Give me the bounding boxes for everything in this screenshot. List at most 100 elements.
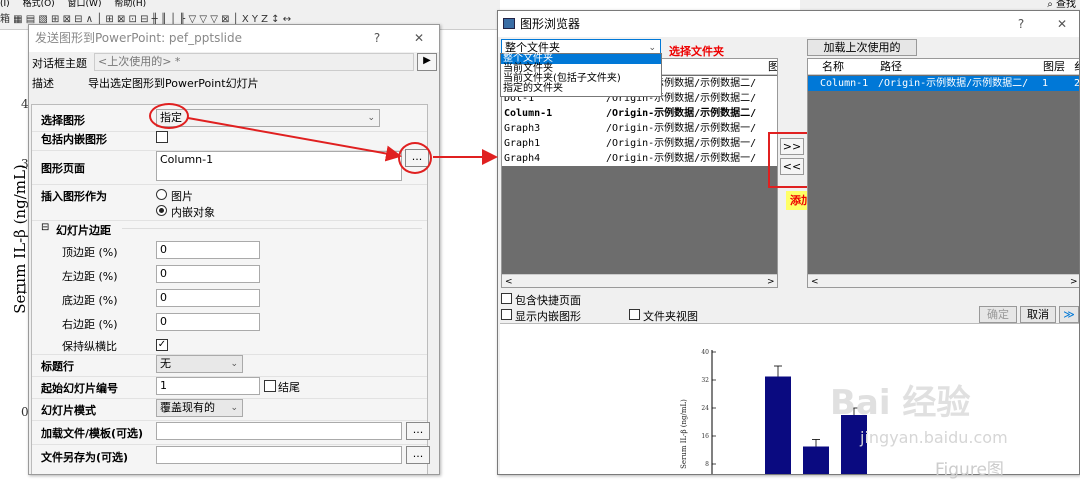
browse-button-highlight xyxy=(398,142,432,174)
list-row[interactable]: Graph3/Origin-示例数据/示例数据一/ xyxy=(502,121,777,136)
graph-name: Graph4 xyxy=(504,153,541,164)
list-row[interactable]: Graph4/Origin-示例数据/示例数据一/ xyxy=(502,151,777,166)
folder-view-checkbox[interactable] xyxy=(629,309,640,320)
column-header: 图 xyxy=(768,60,778,73)
keep-aspect-label: 保持纵横比 xyxy=(62,340,117,353)
graph-path: /Origin-示例数据/示例数据二/ xyxy=(606,108,757,119)
top-margin-input[interactable]: 0 xyxy=(156,241,260,259)
title-row-value: 无 xyxy=(160,357,171,370)
right-margin-label: 右边距 (%) xyxy=(62,318,118,331)
scroll-left-icon[interactable]: < xyxy=(505,275,513,287)
column-header-path: 路径 xyxy=(880,60,902,73)
select-graph-dropdown[interactable]: 指定 ⌄ xyxy=(156,109,380,127)
left-margin-input[interactable]: 0 xyxy=(156,265,260,283)
column-header-layer: 图层 xyxy=(1043,60,1065,73)
watermark-url: jingyan.baidu.com xyxy=(860,428,1008,447)
dialog-theme-field[interactable]: <上次使用的> * xyxy=(94,53,414,71)
menu-item[interactable]: (I) xyxy=(0,0,10,9)
show-embedded-checkbox[interactable] xyxy=(501,309,512,320)
description-label: 描述 xyxy=(32,77,54,90)
insert-as-picture-label: 图片 xyxy=(171,190,193,203)
ok-button[interactable]: 确定 xyxy=(979,306,1017,323)
dropdown-option[interactable]: 指定的文件夹 xyxy=(501,84,661,94)
insert-as-embedded-radio[interactable] xyxy=(156,205,167,216)
bottom-margin-label: 底边距 (%) xyxy=(62,294,118,307)
selected-graphs-list[interactable]: 名称 路径 图层 纟 Column-1 /Origin-示例数据/示例数据二/ … xyxy=(807,58,1080,288)
description-row: 描述 导出选定图形到PowerPoint幻灯片 xyxy=(29,72,439,92)
menu-item[interactable]: 窗口(W) xyxy=(68,0,102,9)
list-row[interactable]: Graph1/Origin-示例数据/示例数据一/ xyxy=(502,136,777,151)
collapse-icon[interactable]: ⊟ xyxy=(41,222,49,233)
slide-mode-dropdown[interactable]: 覆盖现有的 ⌄ xyxy=(156,399,243,417)
select-graph-highlight xyxy=(149,103,189,129)
start-slide-input[interactable]: 1 xyxy=(156,377,260,395)
load-last-used-button[interactable]: 加载上次使用的 xyxy=(807,39,917,56)
y-tick-label: 32 xyxy=(701,377,709,384)
section-divider xyxy=(122,228,422,229)
list-row[interactable]: Column-1 /Origin-示例数据/示例数据二/ 1 2 xyxy=(808,76,1080,91)
help-icon[interactable]: ? xyxy=(1008,11,1034,38)
chevron-down-icon: ⌄ xyxy=(367,113,375,123)
bar xyxy=(765,376,791,474)
end-label: 结尾 xyxy=(278,381,300,394)
end-checkbox[interactable] xyxy=(264,380,276,392)
show-embedded-label: 显示内嵌图形 xyxy=(515,310,581,323)
expand-icon[interactable]: ≫ xyxy=(1059,306,1079,323)
scroll-right-icon[interactable]: > xyxy=(1070,275,1078,287)
dialog-titlebar: 发送图形到PowerPoint: pef_pptslide ? ✕ xyxy=(29,25,439,52)
graph-page-field[interactable]: Column-1 xyxy=(156,151,402,181)
watermark-footer: Figure图 xyxy=(935,460,1004,480)
include-embedded-label: 包括内嵌图形 xyxy=(41,133,107,146)
divider xyxy=(32,444,427,445)
select-graph-label: 选择图形 xyxy=(41,114,85,127)
top-margin-label: 顶边距 (%) xyxy=(62,246,118,259)
select-folder-note: 选择文件夹 xyxy=(669,45,724,58)
save-as-input[interactable] xyxy=(156,446,402,464)
search-label[interactable]: 查找 xyxy=(1056,0,1076,10)
chevron-down-icon: ⌄ xyxy=(230,403,238,413)
scroll-right-icon[interactable]: > xyxy=(767,275,775,287)
save-as-browse-button[interactable]: ... xyxy=(406,446,430,464)
menu-item[interactable]: 格式(O) xyxy=(23,0,55,9)
right-margin-input[interactable]: 0 xyxy=(156,313,260,331)
chevron-down-icon: ⌄ xyxy=(230,359,238,369)
save-as-label: 文件另存为(可选) xyxy=(41,451,129,464)
include-embedded-checkbox[interactable] xyxy=(156,131,168,143)
search-icon[interactable]: ⌕ xyxy=(1047,0,1053,10)
background-menubar: (I) 格式(O) 窗口(W) 帮助(H) xyxy=(0,0,500,10)
list-header: 名称 路径 图层 纟 xyxy=(808,59,1079,75)
slide-mode-label: 幻灯片模式 xyxy=(41,404,96,417)
horizontal-scrollbar[interactable]: < > xyxy=(808,274,1079,287)
folder-dropdown-list[interactable]: 整个文件夹 当前文件夹 当前文件夹(包括子文件夹) 指定的文件夹 xyxy=(500,53,662,97)
cancel-button[interactable]: 取消 xyxy=(1020,306,1056,323)
graph-name: Graph3 xyxy=(504,123,541,134)
insert-as-picture-radio[interactable] xyxy=(156,189,167,200)
insert-as-label: 插入图形作为 xyxy=(41,190,107,203)
include-shortcut-checkbox[interactable] xyxy=(501,293,512,304)
y-tick-label: 8 xyxy=(705,461,709,468)
divider xyxy=(32,420,427,421)
help-icon[interactable]: ? xyxy=(364,25,390,52)
left-margin-label: 左边距 (%) xyxy=(62,270,118,283)
scroll-left-icon[interactable]: < xyxy=(811,275,819,287)
graph-path: /Origin-示例数据/示例数据一/ xyxy=(606,123,757,134)
dialog-titlebar: 图形浏览器 ? ✕ xyxy=(498,11,1079,37)
list-row[interactable]: Column-1/Origin-示例数据/示例数据二/ xyxy=(502,106,777,121)
theme-menu-arrow-icon[interactable]: ▶ xyxy=(417,53,437,71)
load-file-label: 加载文件/模板(可选) xyxy=(41,427,144,440)
horizontal-scrollbar[interactable]: < > xyxy=(502,274,777,287)
close-icon[interactable]: ✕ xyxy=(1049,11,1075,38)
graph-extra: 2 xyxy=(1074,78,1080,89)
menu-item[interactable]: 帮助(H) xyxy=(114,0,146,9)
bottom-margin-input[interactable]: 0 xyxy=(156,289,260,307)
graph-path: /Origin-示例数据/示例数据一/ xyxy=(606,138,757,149)
y-tick-label: 24 xyxy=(701,405,709,412)
keep-aspect-checkbox[interactable]: ✓ xyxy=(156,339,168,351)
load-file-input[interactable] xyxy=(156,422,402,440)
folder-view-label: 文件夹视图 xyxy=(643,310,698,323)
load-file-browse-button[interactable]: ... xyxy=(406,422,430,440)
close-icon[interactable]: ✕ xyxy=(406,25,432,52)
title-row-dropdown[interactable]: 无 ⌄ xyxy=(156,355,243,373)
graph-name: Graph1 xyxy=(504,138,541,149)
start-slide-label: 起始幻灯片编号 xyxy=(41,382,118,395)
